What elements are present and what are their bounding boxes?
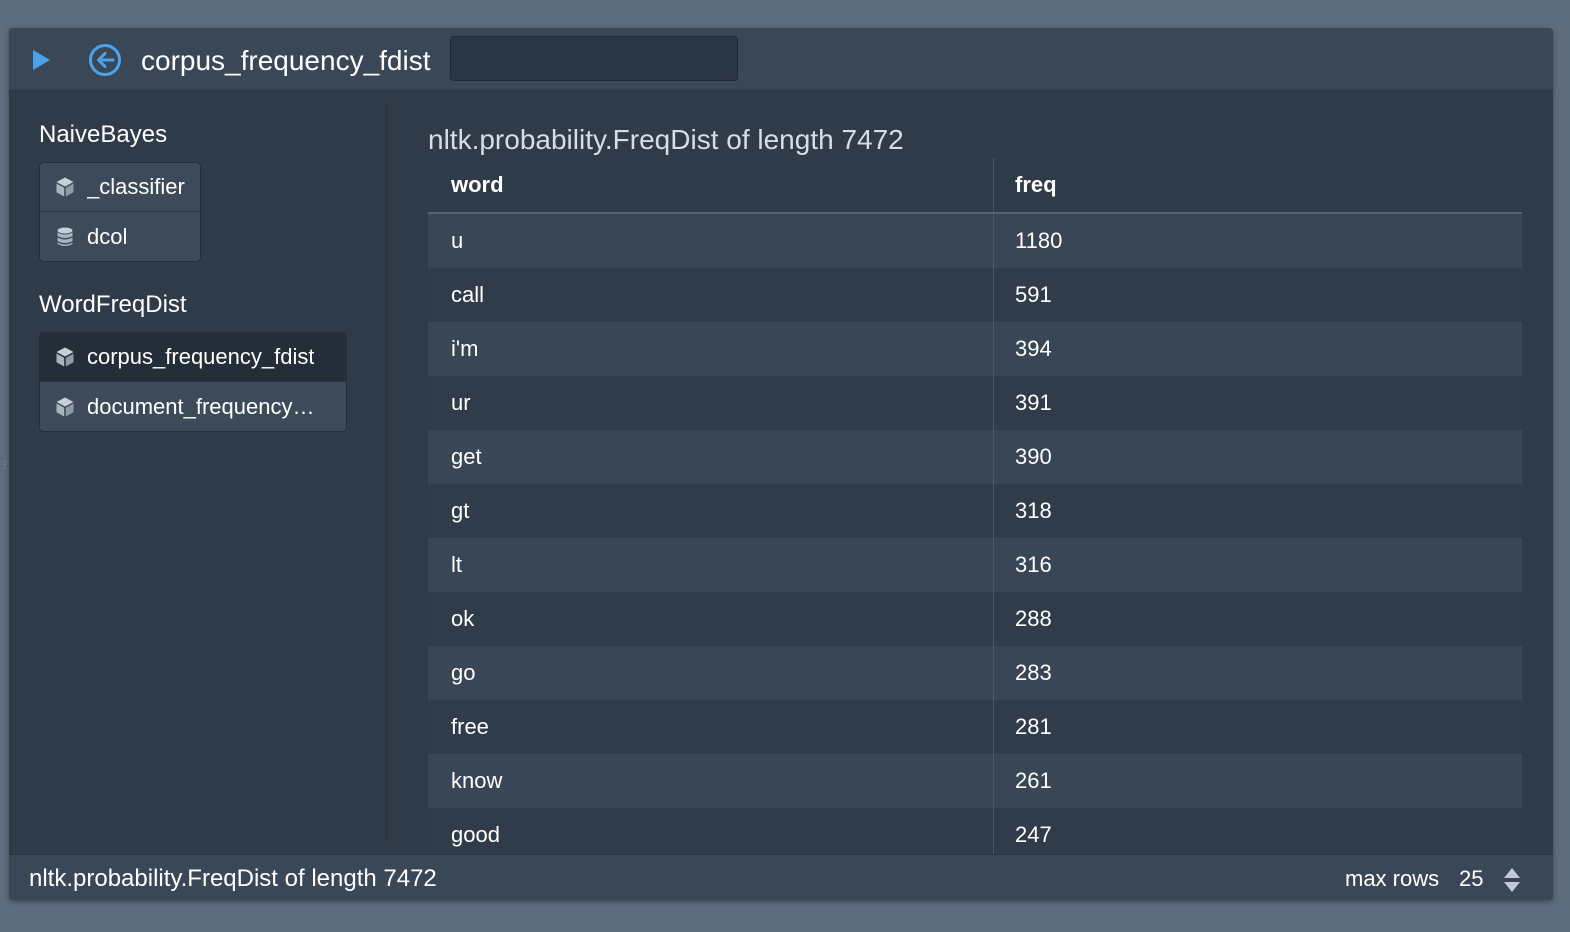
cell-freq: 316 — [1015, 552, 1052, 577]
max-rows-value[interactable]: 25 — [1459, 866, 1483, 892]
table-row[interactable]: go 283 — [428, 646, 1522, 700]
cell-freq: 394 — [1015, 336, 1052, 361]
status-bar: nltk.probability.FreqDist of length 7472… — [9, 854, 1553, 900]
cube-icon — [56, 177, 74, 197]
resize-handle[interactable]: ⋮ — [0, 461, 10, 490]
table-body: u 1180 call 591 i'm 394 ur 391 get 390 gt 318 lt 316 o… — [428, 214, 1522, 862]
cell-freq: 281 — [1015, 714, 1052, 739]
cube-icon — [56, 397, 74, 416]
cell-word: i'm — [451, 336, 479, 361]
name-input[interactable] — [450, 36, 738, 81]
cell-word: free — [451, 714, 489, 739]
cell-word: know — [451, 768, 503, 793]
cell-word: gt — [451, 498, 470, 523]
cell-word: u — [451, 228, 464, 253]
cell-word: lt — [451, 552, 462, 577]
table-row[interactable]: u 1180 — [428, 214, 1522, 268]
group-list-wordfreqdist: corpus_frequency_fdist document_frequenc… — [39, 332, 347, 432]
cell-freq: 283 — [1015, 660, 1052, 685]
toolbar: corpus_frequency_fdist — [9, 28, 1553, 91]
cell-freq: 247 — [1015, 822, 1052, 847]
column-header-word[interactable]: word — [428, 172, 994, 198]
sidebar-item-label: corpus_frequency_fdist — [87, 344, 315, 369]
toolbar-title: corpus_frequency_fdist — [141, 45, 431, 76]
column-header-freq[interactable]: freq — [994, 172, 1057, 198]
table-row[interactable]: get 390 — [428, 430, 1522, 484]
object-heading: nltk.probability.FreqDist of length 7472 — [428, 124, 904, 155]
table-row[interactable]: ur 391 — [428, 376, 1522, 430]
table-row[interactable]: call 591 — [428, 268, 1522, 322]
sidebar: NaiveBayes _classifier dcol WordFreqDist… — [9, 91, 386, 855]
table-row[interactable]: gt 318 — [428, 484, 1522, 538]
cell-freq: 1180 — [1015, 228, 1063, 253]
sidebar-item-dcol[interactable]: dcol — [40, 212, 200, 261]
cube-icon — [56, 347, 74, 367]
sidebar-item-document-frequency[interactable]: document_frequency… — [40, 382, 346, 431]
sidebar-item-classifier[interactable]: _classifier — [40, 163, 200, 212]
main-panel: nltk.probability.FreqDist of length 7472… — [387, 91, 1553, 862]
database-icon — [57, 227, 73, 246]
table-row[interactable]: i'm 394 — [428, 322, 1522, 376]
cell-freq: 318 — [1015, 498, 1052, 523]
sidebar-item-label: document_frequency… — [87, 393, 315, 419]
group-title-naivebayes: NaiveBayes — [39, 121, 168, 148]
group-title-wordfreqdist: WordFreqDist — [39, 291, 187, 318]
back-arrow-icon[interactable] — [88, 43, 122, 77]
cell-freq: 391 — [1015, 390, 1052, 415]
cell-word: go — [451, 660, 476, 685]
max-rows-stepper-icon[interactable] — [1503, 867, 1521, 893]
cell-freq: 261 — [1015, 768, 1052, 793]
table-header: word freq — [428, 158, 1522, 214]
table-row[interactable]: ok 288 — [428, 592, 1522, 646]
table-row[interactable]: free 281 — [428, 700, 1522, 754]
column-divider[interactable] — [993, 158, 994, 858]
cell-word: ur — [451, 390, 471, 415]
sidebar-item-label: dcol — [87, 223, 128, 249]
table-row[interactable]: know 261 — [428, 754, 1522, 808]
play-button[interactable] — [33, 50, 50, 70]
table-row[interactable]: lt 316 — [428, 538, 1522, 592]
status-text: nltk.probability.FreqDist of length 7472 — [29, 865, 437, 892]
cell-word: good — [451, 822, 500, 847]
freq-table: word freq u 1180 call 591 i'm 394 ur 391 get 390 g… — [428, 158, 1522, 862]
sidebar-item-label: _classifier — [87, 174, 185, 199]
cell-word: get — [451, 444, 482, 469]
cell-freq: 288 — [1015, 606, 1052, 631]
cell-freq: 591 — [1015, 282, 1052, 307]
group-list-naivebayes: _classifier dcol — [39, 162, 201, 262]
cell-freq: 390 — [1015, 444, 1052, 469]
sidebar-item-corpus-frequency-fdist[interactable]: corpus_frequency_fdist — [40, 333, 346, 382]
app-window: corpus_frequency_fdist NaiveBayes _class… — [9, 28, 1553, 900]
cell-word: call — [451, 282, 485, 307]
cell-word: ok — [451, 606, 475, 631]
max-rows-label: max rows — [1345, 866, 1440, 891]
